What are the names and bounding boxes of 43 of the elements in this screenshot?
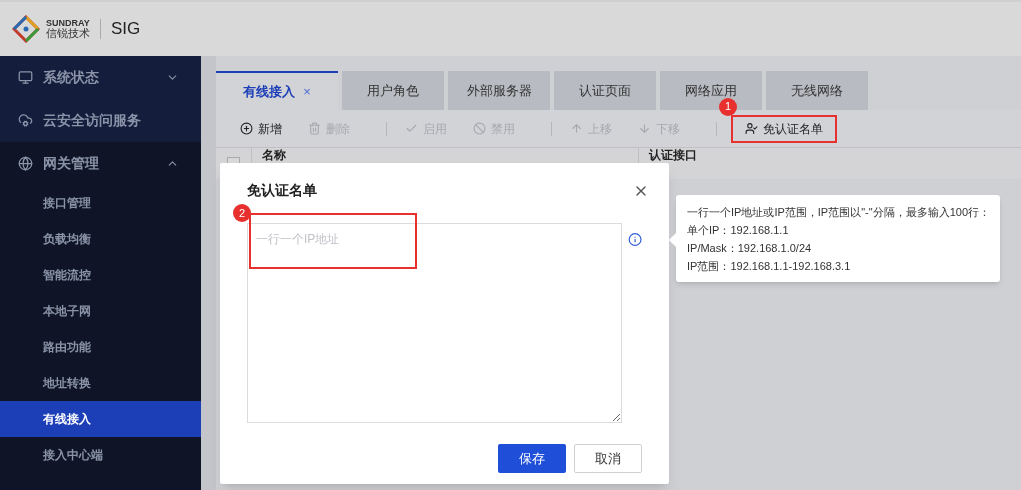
sidebar-group[interactable]: 系统状态 (0, 56, 201, 99)
tab[interactable]: 外部服务器 (448, 71, 550, 110)
monitor-icon (18, 70, 33, 85)
info-icon[interactable] (627, 232, 642, 247)
product-name: SIG (111, 18, 141, 41)
toolbar-button[interactable]: 免认证名单 (731, 114, 837, 143)
save-button[interactable]: 保存 (498, 444, 566, 473)
sidebar-item[interactable]: 路由功能 (0, 329, 201, 365)
sidebar-item[interactable]: 负载均衡 (0, 221, 201, 257)
sidebar-item[interactable]: 有线接入 (0, 401, 201, 437)
plus-circle-icon (240, 122, 253, 135)
trash-icon (308, 122, 321, 135)
brand-name-chinese: 信锐技术 (46, 28, 90, 39)
cancel-button[interactable]: 取消 (574, 444, 642, 473)
globe-icon (18, 156, 33, 171)
tab[interactable]: 认证页面 (554, 71, 656, 110)
column-header: 认证接口 (649, 149, 697, 162)
tab-close-button[interactable]: × (303, 81, 311, 102)
tab[interactable]: 无线网络 (766, 71, 868, 110)
ban-icon (473, 122, 486, 135)
sidebar-item[interactable]: 本地子网 (0, 293, 201, 329)
check-icon (405, 122, 418, 135)
toolbar-button[interactable]: 新增 (236, 114, 286, 143)
sidebar-item[interactable]: 接入中心端 (0, 437, 201, 473)
logo-icon (12, 15, 40, 43)
brand-name: SUNDRAY (46, 19, 90, 28)
sidebar-item[interactable]: 地址转换 (0, 365, 201, 401)
tooltip-line: IP/Mask：192.168.1.0/24 (687, 241, 813, 256)
tooltip-line: IP范围：192.168.1.1-192.168.3.1 (687, 259, 852, 274)
tooltip-line: 单个IP：192.168.1.1 (687, 223, 790, 238)
arrow-down-icon (638, 122, 651, 135)
sidebar-item[interactable]: 接口管理 (0, 185, 201, 221)
callout-number: 2 (233, 204, 251, 222)
tab[interactable]: 用户角色 (342, 71, 444, 110)
sidebar-group[interactable]: 云安全访问服务 (0, 99, 201, 142)
dialog-title: 免认证名单 (247, 181, 317, 200)
sidebar-group[interactable]: 网关管理 (0, 142, 201, 185)
cloud-icon (18, 113, 33, 128)
sidebar-item[interactable]: 智能流控 (0, 257, 201, 293)
user-check-icon (745, 122, 758, 135)
column-header: 名称 (262, 149, 286, 162)
tooltip-line: 一行一个IP地址或IP范围，IP范围以"-"分隔，最多输入100行： (687, 205, 989, 220)
arrow-up-icon (570, 122, 583, 135)
